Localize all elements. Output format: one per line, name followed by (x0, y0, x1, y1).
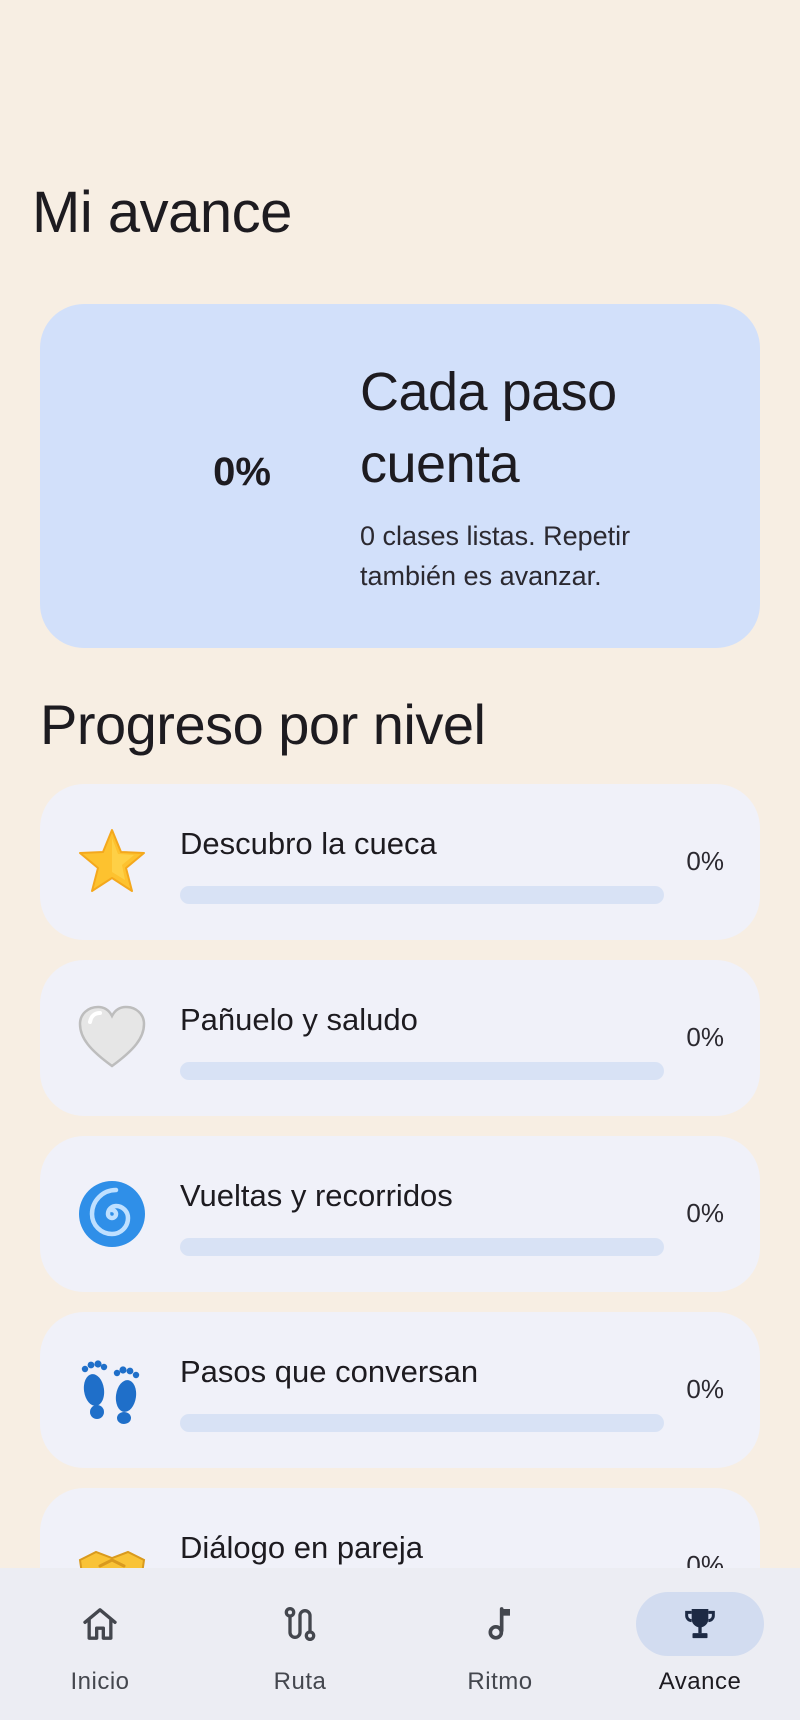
route-icon (280, 1604, 320, 1644)
star-icon (76, 826, 148, 898)
nav-pill (636, 1592, 764, 1656)
levels-section-title: Progreso por nivel (40, 693, 486, 756)
level-name: Pasos que conversan (180, 1354, 479, 1389)
level-name: Descubro la cueca (180, 826, 437, 861)
level-name: Diálogo en pareja (180, 1530, 424, 1565)
summary-headline: Cada paso cuenta (360, 362, 617, 494)
level-percent: 0% (686, 1374, 724, 1404)
level-card-descubro-la-cueca[interactable]: Descubro la cueca 0% (40, 784, 760, 940)
nav-label: Avance (658, 1668, 742, 1695)
nav-label: Ritmo (467, 1668, 533, 1695)
nav-pill (268, 1592, 332, 1656)
level-percent: 0% (686, 1198, 724, 1228)
white-heart-icon (76, 1002, 148, 1074)
level-progress-bar (180, 1238, 664, 1256)
progress-summary-card: 0% Cada paso cuenta 0 clases listas. Rep… (40, 304, 760, 648)
level-list: Descubro la cueca 0% Pañuelo y saludo 0%… (40, 784, 760, 1664)
nav-item-avance[interactable]: Avance (600, 1568, 800, 1720)
level-percent: 0% (686, 846, 724, 876)
level-name: Vueltas y recorridos (180, 1178, 453, 1213)
level-card-vueltas-y-recorridos[interactable]: Vueltas y recorridos 0% (40, 1136, 760, 1292)
page-title: Mi avance (32, 180, 292, 245)
summary-body-text: 0 clases listas. Repetir también es avan… (360, 521, 631, 591)
nav-label: Inicio (70, 1668, 130, 1695)
level-percent: 0% (686, 1022, 724, 1052)
nav-label: Ruta (273, 1668, 327, 1695)
level-card-panuelo-y-saludo[interactable]: Pañuelo y saludo 0% (40, 960, 760, 1116)
level-progress-bar (180, 1062, 664, 1080)
level-progress-bar (180, 886, 664, 904)
nav-item-ruta[interactable]: Ruta (200, 1568, 400, 1720)
bottom-navigation: Inicio Ruta Ritmo Avance (0, 1568, 800, 1720)
nav-pill (68, 1592, 132, 1656)
nav-item-inicio[interactable]: Inicio (0, 1568, 200, 1720)
overall-progress-percent: 0% (213, 450, 271, 494)
home-icon (80, 1604, 120, 1644)
spiral-icon (76, 1178, 148, 1250)
nav-item-ritmo[interactable]: Ritmo (400, 1568, 600, 1720)
level-progress-bar (180, 1414, 664, 1432)
level-name: Pañuelo y saludo (180, 1002, 418, 1037)
music-note-icon (480, 1604, 520, 1644)
footprints-icon (76, 1354, 148, 1426)
trophy-icon (680, 1604, 720, 1644)
nav-pill (468, 1592, 532, 1656)
level-card-pasos-que-conversan[interactable]: Pasos que conversan 0% (40, 1312, 760, 1468)
